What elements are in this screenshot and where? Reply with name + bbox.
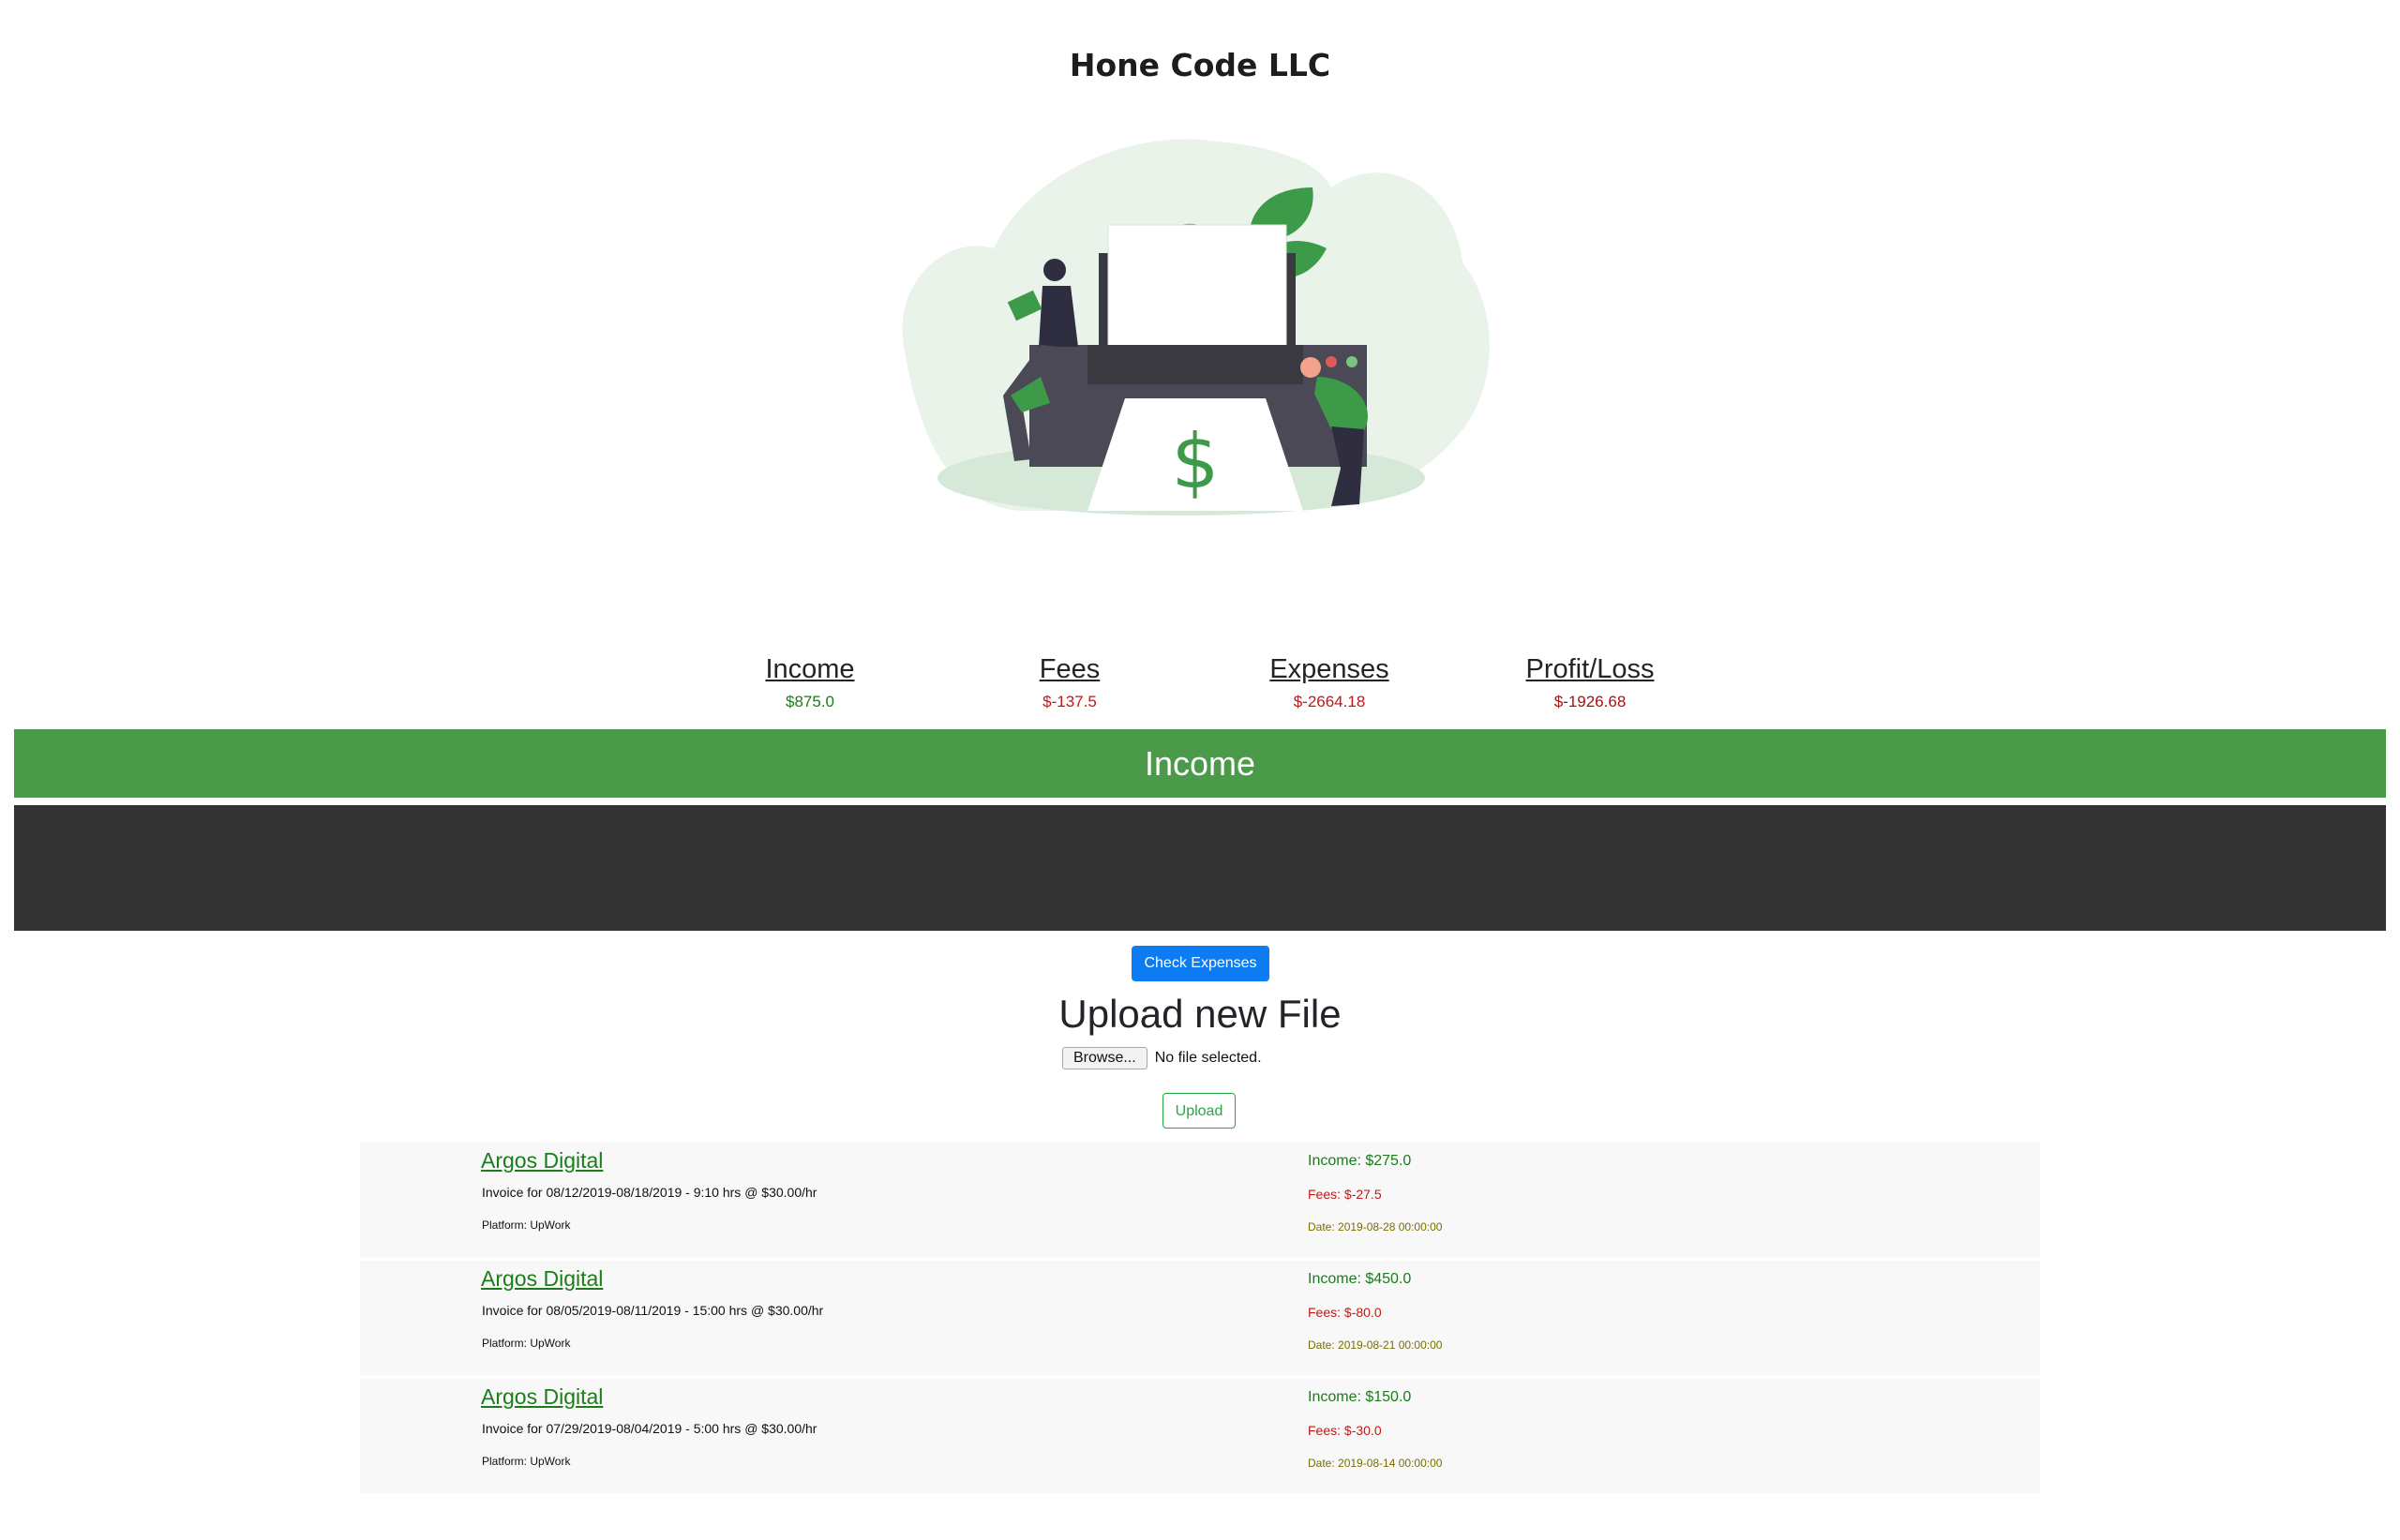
printer-light <box>1326 356 1337 367</box>
summary-expenses-value: $-2664.18 <box>1293 693 1366 710</box>
invoice-platform: Platform: UpWork <box>482 1455 571 1468</box>
invoice-client-link[interactable]: Argos Digital <box>481 1266 603 1292</box>
summary-profit-loss: Profit/Loss $-1926.68 <box>1459 649 1721 712</box>
summary-fees-label: Fees <box>1039 654 1101 684</box>
summary-income: Income $875.0 <box>679 649 941 712</box>
printer-top <box>1088 345 1303 384</box>
invoice-item: Argos Digital Invoice for 08/12/2019-08/… <box>360 1143 2040 1257</box>
invoice-income: Income: $150.0 <box>1308 1389 1412 1405</box>
summary-row: Income $875.0 Fees $-137.5 Expenses $-26… <box>0 649 2400 714</box>
summary-fees: Fees $-137.5 <box>938 649 1201 712</box>
invoice-client-link[interactable]: Argos Digital <box>481 1384 603 1410</box>
dollar-sign-illustration: $ <box>902 139 1490 516</box>
invoice-platform: Platform: UpWork <box>482 1219 571 1232</box>
invoice-platform: Platform: UpWork <box>482 1337 571 1350</box>
invoice-date: Date: 2019-08-14 00:00:00 <box>1308 1457 1443 1470</box>
invoice-fees: Fees: $-80.0 <box>1308 1305 1382 1320</box>
browse-button[interactable]: Browse... <box>1062 1047 1148 1069</box>
summary-fees-value: $-137.5 <box>1042 693 1097 710</box>
invoice-fees: Fees: $-30.0 <box>1308 1423 1382 1438</box>
invoice-item: Argos Digital Invoice for 07/29/2019-08/… <box>360 1379 2040 1493</box>
summary-profit-loss-label: Profit/Loss <box>1525 654 1655 684</box>
summary-income-value: $875.0 <box>786 693 834 710</box>
invoice-description: Invoice for 08/05/2019-08/11/2019 - 15:0… <box>482 1303 824 1318</box>
file-input[interactable]: Browse... No file selected. <box>1062 1047 1262 1069</box>
screen <box>1107 224 1287 357</box>
invoice-fees: Fees: $-27.5 <box>1308 1187 1382 1202</box>
summary-income-label: Income <box>765 654 855 684</box>
company-title: Hone Code LLC <box>1069 47 1331 83</box>
summary-expenses: Expenses $-2664.18 <box>1198 649 1461 712</box>
invoice-description: Invoice for 07/29/2019-08/04/2019 - 5:00… <box>482 1421 818 1436</box>
invoice-income: Income: $275.0 <box>1308 1153 1412 1169</box>
printer-light <box>1346 356 1358 367</box>
invoice-date: Date: 2019-08-28 00:00:00 <box>1308 1220 1443 1233</box>
check-expenses-button[interactable]: Check Expenses <box>1132 946 1269 981</box>
invoice-income: Income: $450.0 <box>1308 1271 1412 1287</box>
dollar-sign: $ <box>1172 418 1220 505</box>
invoice-client-link[interactable]: Argos Digital <box>481 1148 603 1174</box>
income-section-header: Income <box>14 729 2386 798</box>
upload-button[interactable]: Upload <box>1162 1093 1236 1129</box>
file-status-text: No file selected. <box>1154 1050 1262 1066</box>
summary-profit-loss-value: $-1926.68 <box>1553 693 1627 710</box>
invoice-list: Argos Digital Invoice for 08/12/2019-08/… <box>360 1143 2040 1497</box>
invoice-description: Invoice for 08/12/2019-08/18/2019 - 9:10… <box>482 1185 818 1200</box>
summary-expenses-label: Expenses <box>1269 654 1389 684</box>
person-head <box>1043 259 1066 281</box>
invoice-item: Argos Digital Invoice for 08/05/2019-08/… <box>360 1261 2040 1375</box>
chart-panel <box>14 805 2386 931</box>
invoice-date: Date: 2019-08-21 00:00:00 <box>1308 1338 1443 1352</box>
person-head <box>1300 357 1321 378</box>
upload-title: Upload new File <box>1058 992 1342 1036</box>
